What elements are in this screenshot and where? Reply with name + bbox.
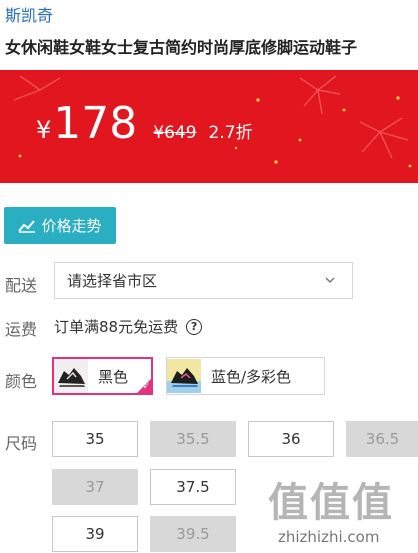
region-select-value: 请选择省市区 [67, 272, 158, 290]
color-option-label: 蓝色/多彩色 [211, 367, 292, 386]
size-option-37-5[interactable]: 37.5 [150, 469, 236, 505]
shoe-thumbnail-blue-multi [167, 359, 201, 393]
price-banner: ¥ 178 ¥649 2.7折 [0, 70, 418, 183]
color-label: 颜色 [5, 372, 38, 391]
price-row: ¥ 178 ¥649 2.7折 [36, 98, 253, 149]
price-trend-button[interactable]: 价格走势 [4, 207, 116, 244]
size-option-35[interactable]: 35 [52, 421, 138, 457]
current-price: 178 [53, 98, 138, 149]
price-trend-label: 价格走势 [41, 217, 102, 235]
shipping-text: 订单满88元免运费 [54, 318, 179, 336]
site-watermark: 值值值 zhizhizhi.com [262, 470, 418, 553]
delivery-label: 配送 [5, 276, 38, 295]
size-option-39[interactable]: 39 [52, 516, 138, 552]
chart-line-icon [18, 219, 36, 233]
size-option-37: 37 [52, 469, 138, 505]
size-option-36[interactable]: 36 [248, 421, 334, 457]
discount-label: 2.7折 [208, 123, 253, 143]
color-option-black[interactable]: 黑色 ✓ [52, 357, 153, 395]
region-select[interactable]: 请选择省市区 [54, 262, 353, 299]
check-icon: ✓ [142, 382, 150, 392]
size-label: 尺码 [5, 434, 38, 453]
watermark-url: zhizhizhi.com [278, 528, 380, 546]
shipping-info: 订单满88元免运费 ? [54, 316, 203, 337]
shoe-thumbnail-black [54, 359, 88, 393]
color-option-label: 黑色 [98, 367, 129, 386]
original-price: ¥649 [153, 123, 197, 143]
product-title: 女休闲鞋女鞋女士复古简约时尚厚底修脚运动鞋子 [5, 38, 358, 57]
size-option-39-5: 39.5 [150, 516, 236, 552]
shipping-label: 运费 [5, 320, 38, 339]
color-option-blue-multi[interactable]: 蓝色/多彩色 [166, 357, 325, 395]
watermark-logo: 值值值 [268, 480, 394, 526]
help-icon[interactable]: ? [186, 318, 203, 335]
currency-symbol: ¥ [36, 116, 52, 144]
brand-link[interactable]: 斯凯奇 [5, 2, 53, 26]
chevron-down-icon [325, 277, 335, 284]
size-option-35-5: 35.5 [150, 421, 236, 457]
size-option-36-5: 36.5 [346, 421, 418, 457]
